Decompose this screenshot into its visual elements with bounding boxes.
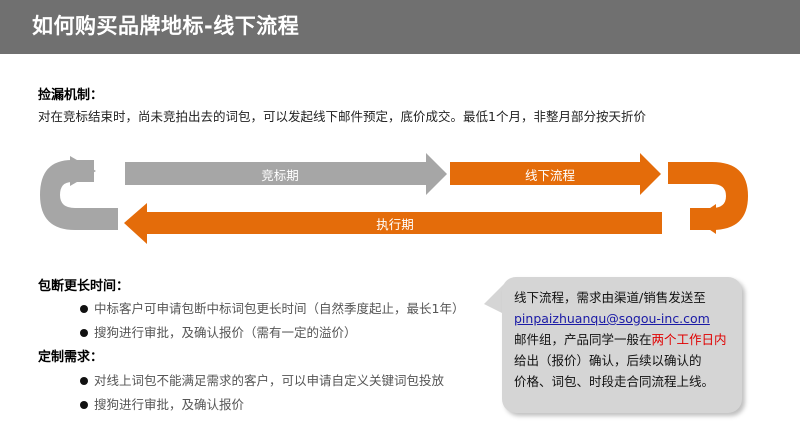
callout-text: 线下流程，需求由渠道/销售发送至 pinpaizhuanqu@sogou-inc… [514, 290, 727, 389]
email-link[interactable]: pinpaizhuanqu@sogou-inc.com [514, 311, 710, 326]
custom-demand-item-1: 对线上词包不能满足需求的客户，可以申请自定义关键词包投放 [80, 370, 444, 389]
bullet-icon [80, 400, 88, 409]
longer-duration-label: 包断更长时间： [38, 279, 130, 294]
execution-period-label: 执行期 [376, 217, 414, 232]
offline-process-label: 线下流程 [524, 168, 575, 183]
bullet-icon [80, 304, 88, 313]
longer-duration-item-2: 搜狗进行审批，及确认报价（需有一定的溢价） [80, 322, 357, 341]
bidding-period-label: 竞标期 [261, 168, 299, 183]
bullet-icon [80, 328, 88, 337]
deadline-highlight: 两个工作日内 [651, 332, 727, 347]
custom-demand-label: 定制需求： [38, 350, 104, 365]
bullet-icon [80, 376, 88, 385]
custom-demand-item-2: 搜狗进行审批，及确认报价 [80, 394, 244, 413]
offline-process-callout: 线下流程，需求由渠道/销售发送至 pinpaizhuanqu@sogou-inc… [502, 277, 742, 413]
longer-duration-item-1: 中标客户可申请包断中标词包更长时间（自然季度起止，最长1年） [80, 298, 464, 317]
